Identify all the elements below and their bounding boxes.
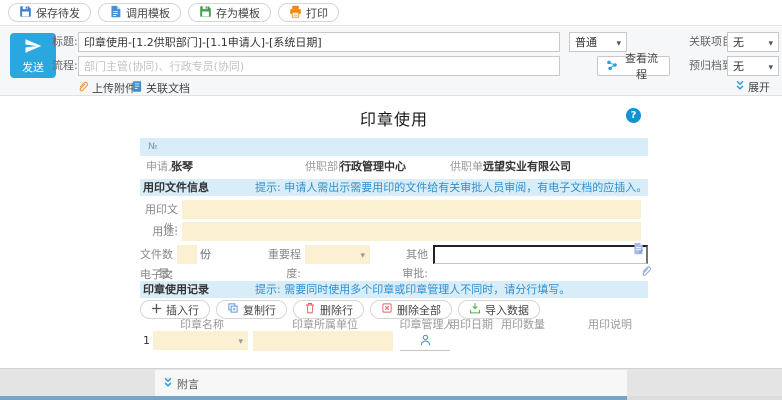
serial-bar: № xyxy=(140,138,648,156)
copy-icon xyxy=(227,302,239,317)
department-value: 行政管理中心 xyxy=(340,159,406,175)
save-as-template-button[interactable]: 存为模板 xyxy=(188,3,271,22)
save-as-template-label: 存为模板 xyxy=(216,5,260,21)
applicant-info-row: 申请人: 张琴 供职部门: 行政管理中心 供职单位: 远望实业有限公司 xyxy=(140,159,648,175)
serial-label: № xyxy=(148,142,157,152)
upload-attachment-label: 上传附件 xyxy=(92,81,136,97)
record-section-header: 印章使用记录 提示: 需要同时使用多个印章或印章管理人不同时，请分行填写。 xyxy=(140,281,648,298)
company-value: 远望实业有限公司 xyxy=(483,159,571,175)
chevron-down-icon xyxy=(768,36,773,49)
priority-value: 普通 xyxy=(575,34,597,50)
flow-row: 流程: 查看流程 预归档到: 无 xyxy=(0,56,782,76)
purpose-input[interactable] xyxy=(182,222,641,241)
postscript-label: 附言 xyxy=(177,376,199,392)
header-panel: 发送 标题: 普通 关联项目: 无 流程: 查看流程 预归档到: xyxy=(0,27,782,96)
col-seal-manager: 印章管理人 xyxy=(400,316,455,332)
attachment-row: 上传附件 关联文档 展开 xyxy=(0,80,782,96)
row-index: 1 xyxy=(143,334,150,347)
col-seal-name: 印章名称 xyxy=(180,316,224,332)
save-pending-button[interactable]: 保存待发 xyxy=(8,3,91,22)
related-doc-label: 关联文档 xyxy=(146,81,190,97)
view-flow-button[interactable]: 查看流程 xyxy=(597,56,670,76)
priority-select[interactable]: 普通 xyxy=(569,32,627,52)
seal-manager-cell xyxy=(400,331,450,351)
chevron-down-icon xyxy=(768,60,773,73)
prearchive-value: 无 xyxy=(733,58,744,74)
seal-unit-input[interactable] xyxy=(253,331,393,351)
import-icon xyxy=(469,302,481,317)
doc-section-hint: 提示: 申请人需出示需要用印的文件给有关审批人员审阅，有电子文档的应插入。 xyxy=(255,179,647,196)
title-row: 标题: 普通 关联项目: 无 xyxy=(0,32,782,52)
print-label: 打印 xyxy=(306,5,328,21)
trash-icon xyxy=(304,302,316,317)
top-toolbar: 保存待发 调用模板 存为模板 打印 xyxy=(0,0,782,26)
double-chevron-down-icon xyxy=(163,377,173,391)
load-template-icon xyxy=(109,5,122,21)
chevron-down-icon xyxy=(238,334,243,347)
save-pending-icon xyxy=(19,5,32,21)
other-approval-label: 其他审批: xyxy=(397,245,428,283)
save-as-template-icon xyxy=(199,5,212,21)
seal-table-header: 印章名称 印章所属单位 印章管理人 用印日期 用印数量 用印说明 xyxy=(140,316,648,329)
title-label: 标题: xyxy=(52,32,78,52)
other-approval-input[interactable] xyxy=(433,245,648,264)
load-template-button[interactable]: 调用模板 xyxy=(98,3,181,22)
purpose-label: 用途: xyxy=(140,222,178,241)
postscript-bar[interactable]: 附言 xyxy=(155,370,627,397)
col-use-date: 用印日期 xyxy=(449,316,493,332)
help-icon[interactable]: ? xyxy=(626,108,641,123)
applicant-value: 张琴 xyxy=(171,159,193,175)
delete-all-icon xyxy=(381,302,393,317)
related-project-value: 无 xyxy=(733,34,744,50)
app-screen: 保存待发 调用模板 存为模板 打印 发送 标题: 普通 关联项目: xyxy=(0,0,782,400)
edoc-paperclip-icon[interactable] xyxy=(640,264,652,278)
load-template-label: 调用模板 xyxy=(126,5,170,21)
save-pending-label: 保存待发 xyxy=(36,5,80,21)
importance-select[interactable] xyxy=(305,245,370,264)
horizontal-scrollbar-track xyxy=(627,396,782,400)
select-approver-icon[interactable] xyxy=(632,242,645,255)
flow-label: 流程: xyxy=(52,56,78,76)
plus-icon xyxy=(151,303,162,317)
col-seal-unit: 印章所属单位 xyxy=(292,316,358,332)
expand-link[interactable]: 展开 xyxy=(735,80,770,96)
flow-input[interactable] xyxy=(78,56,560,76)
view-flow-label: 查看流程 xyxy=(622,50,661,82)
title-input[interactable] xyxy=(78,32,560,52)
double-chevron-down-icon xyxy=(735,80,745,96)
seal-name-select[interactable] xyxy=(153,331,248,350)
form-title: 印章使用 xyxy=(140,106,648,130)
doc-section-title: 用印文件信息 xyxy=(143,179,209,196)
table-row: 1 xyxy=(140,331,648,352)
count-input[interactable] xyxy=(177,245,197,264)
chevron-down-icon xyxy=(360,248,365,261)
form-column: 印章使用 ? № 申请人: 张琴 供职部门: 行政管理中心 供职单位: 远望实业… xyxy=(140,96,648,368)
form-area: 印章使用 ? № 申请人: 张琴 供职部门: 行政管理中心 供职单位: 远望实业… xyxy=(0,96,782,368)
doc-section-header: 用印文件信息 提示: 申请人需出示需要用印的文件给有关审批人员审阅，有电子文档的… xyxy=(140,179,648,196)
col-use-count: 用印数量 xyxy=(501,316,545,332)
record-section-hint: 提示: 需要同时使用多个印章或印章管理人不同时，请分行填写。 xyxy=(255,281,570,298)
importance-label: 重要程度: xyxy=(268,245,301,283)
print-button[interactable]: 打印 xyxy=(278,3,339,22)
doc-input[interactable] xyxy=(182,200,641,219)
print-icon xyxy=(289,5,302,21)
flow-diagram-icon xyxy=(606,59,618,74)
chevron-down-icon xyxy=(616,36,621,49)
select-person-icon[interactable] xyxy=(419,331,432,347)
col-use-note: 用印说明 xyxy=(588,316,632,332)
expand-label: 展开 xyxy=(748,80,770,96)
prearchive-select[interactable]: 无 xyxy=(727,56,779,76)
footer-band: 附言 xyxy=(0,368,782,397)
record-section-title: 印章使用记录 xyxy=(143,281,209,298)
related-project-select[interactable]: 无 xyxy=(727,32,779,52)
horizontal-scrollbar-thumb[interactable] xyxy=(0,396,627,400)
count-unit: 份 xyxy=(200,245,214,264)
